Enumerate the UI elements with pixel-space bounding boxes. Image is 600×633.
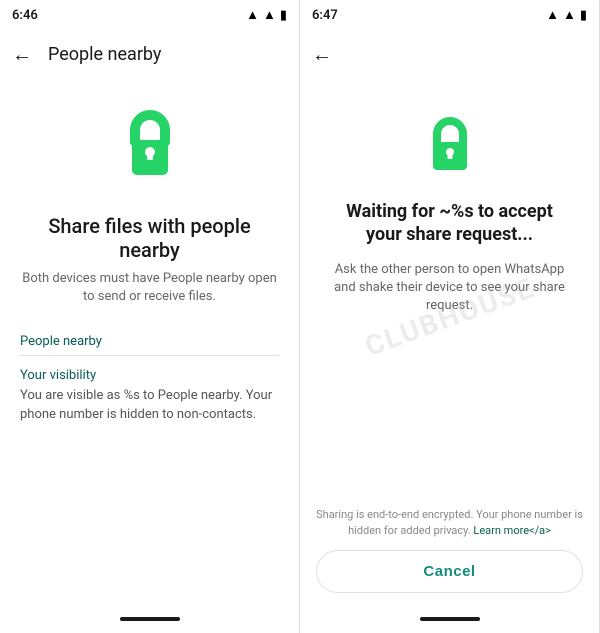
screen-2: 6:47 ▲ ▲ ▮ ← Waiting for ~%s to accept y… (300, 0, 600, 633)
status-bar-2: 6:47 ▲ ▲ ▮ (300, 0, 599, 28)
status-icons-2: ▲ ▲ ▮ (546, 7, 587, 23)
learn-more-link[interactable]: Learn more</a> (473, 524, 551, 537)
battery-icon: ▮ (280, 8, 287, 23)
screen2-content: Waiting for ~%s to accept your share req… (300, 80, 599, 495)
lock-svg-large (105, 100, 195, 190)
back-button-1[interactable]: ← (12, 44, 32, 64)
wifi-icon: ▲ (246, 7, 259, 23)
status-bar-1: 6:46 ▲ ▲ ▮ (0, 0, 299, 28)
lock-icon-medium (320, 110, 579, 180)
screen1-content: Share files with people nearby Both devi… (0, 80, 299, 609)
share-title: Share files with people nearby (20, 214, 279, 262)
cancel-button[interactable]: Cancel (316, 550, 583, 593)
encryption-note: Sharing is end-to-end encrypted. Your ph… (316, 507, 583, 538)
waiting-title: Waiting for ~%s to accept your share req… (320, 200, 579, 247)
back-button-2[interactable]: ← (312, 44, 332, 64)
app-bar-1: ← People nearby (0, 28, 299, 80)
bottom-bar-1 (0, 609, 299, 633)
wifi-icon-2: ▲ (546, 7, 559, 23)
screen-1: 6:46 ▲ ▲ ▮ ← People nearby Share files w… (0, 0, 300, 633)
share-subtitle: Both devices must have People nearby ope… (20, 270, 279, 306)
lock-icon-large (20, 100, 279, 190)
visibility-label: Your visibility (20, 360, 279, 387)
bottom-bar-2 (300, 609, 599, 633)
section-label-people-nearby: People nearby (20, 326, 279, 356)
home-indicator-2 (420, 617, 480, 621)
app-bar-2: ← (300, 28, 599, 80)
page-title-1: People nearby (48, 44, 161, 65)
waiting-subtitle: Ask the other person to open WhatsApp an… (320, 261, 579, 316)
battery-icon-2: ▮ (580, 8, 587, 23)
status-icons-1: ▲ ▲ ▮ (246, 7, 287, 23)
home-indicator-1 (120, 617, 180, 621)
signal-icon-2: ▲ (563, 7, 576, 23)
signal-icon: ▲ (263, 7, 276, 23)
visibility-text: You are visible as %s to People nearby. … (20, 387, 279, 431)
status-time-1: 6:46 (12, 8, 38, 23)
status-time-2: 6:47 (312, 8, 338, 23)
lock-svg-medium (415, 110, 485, 180)
bottom-area-2: Sharing is end-to-end encrypted. Your ph… (300, 495, 599, 609)
